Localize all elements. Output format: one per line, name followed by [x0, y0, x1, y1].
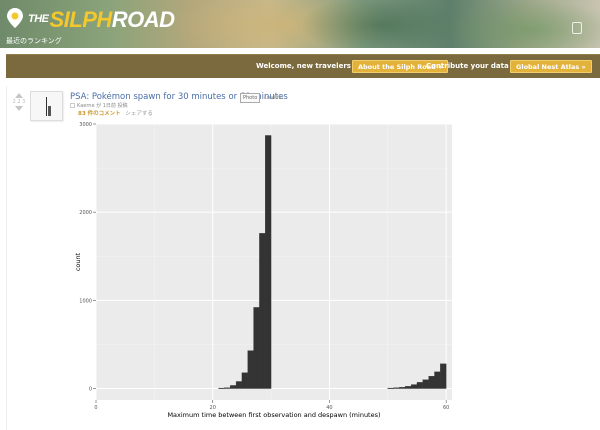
plot-panel [96, 124, 452, 400]
y-tick-label: 0 [89, 387, 92, 393]
histogram-bar [440, 363, 447, 389]
histogram-bar [259, 233, 266, 389]
histogram-bar [428, 376, 435, 389]
histogram-bar [405, 386, 412, 389]
y-tick-label: 3000 [79, 122, 92, 128]
histogram-bar [224, 387, 231, 389]
y-tick-label: 1000 [79, 298, 92, 304]
histogram-bar [247, 350, 254, 389]
histogram-bar [235, 381, 243, 389]
histogram-bar [265, 135, 272, 389]
histogram-bar [422, 379, 429, 389]
histogram-bar [434, 371, 441, 389]
x-axis-label: Maximum time between first observation a… [167, 411, 380, 419]
histogram-bar [416, 382, 423, 389]
histogram-bar [241, 372, 248, 389]
histogram-bar [218, 387, 225, 389]
histogram-bar [387, 387, 394, 389]
histogram-bar [253, 307, 260, 389]
x-tick-label: 60 [443, 405, 449, 411]
histogram-bar [410, 384, 418, 389]
histogram-bar [230, 385, 237, 389]
histogram-chart: 01000200030000 20 40 60Maximum time between… [74, 122, 452, 419]
y-tick-label: 2000 [79, 210, 92, 216]
histogram-bar [399, 387, 406, 389]
histogram-bar [393, 387, 400, 389]
y-axis-label: count [74, 252, 82, 271]
x-tick-label: 0 [94, 405, 97, 411]
